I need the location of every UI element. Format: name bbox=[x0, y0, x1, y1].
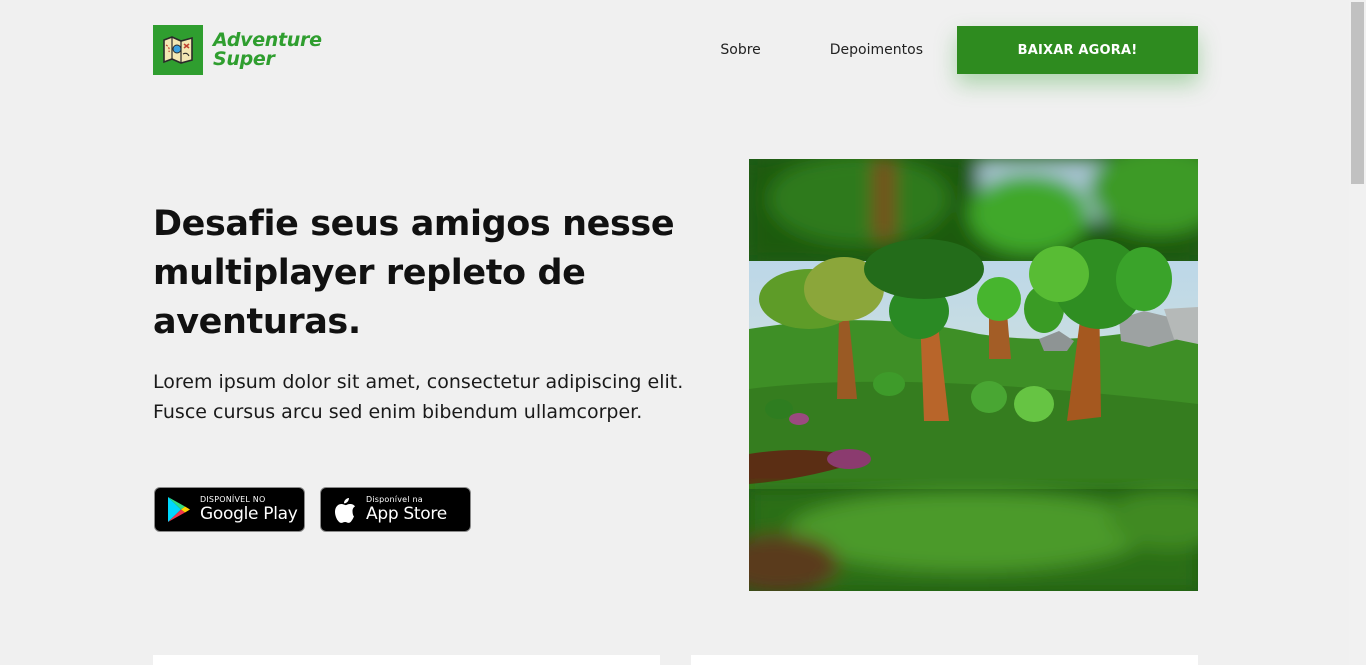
nav-link-sobre[interactable]: Sobre bbox=[720, 42, 760, 58]
google-play-icon bbox=[165, 495, 192, 524]
app-store-badge[interactable]: Disponível na App Store bbox=[320, 487, 471, 532]
logo[interactable]: Adventure Super bbox=[153, 25, 322, 75]
hero-description: Lorem ipsum dolor sit amet, consectetur … bbox=[153, 371, 684, 423]
google-play-label: Google Play bbox=[200, 504, 298, 524]
site-header: Adventure Super Sobre Depoimentos BAIXAR… bbox=[153, 25, 1198, 75]
nav-link-depoimentos[interactable]: Depoimentos bbox=[830, 42, 923, 58]
main-nav: Sobre Depoimentos BAIXAR AGORA! bbox=[720, 26, 1198, 74]
app-store-label: App Store bbox=[366, 504, 447, 524]
apple-icon bbox=[331, 495, 358, 524]
google-play-text: DISPONÍVEL NO Google Play bbox=[200, 495, 298, 524]
page-scrollbar[interactable] bbox=[1349, 0, 1366, 665]
logo-text: Adventure Super bbox=[213, 31, 322, 69]
google-play-badge[interactable]: DISPONÍVEL NO Google Play bbox=[154, 487, 305, 532]
google-play-caption: DISPONÍVEL NO bbox=[200, 495, 266, 504]
scrollbar-thumb[interactable] bbox=[1351, 2, 1364, 184]
app-store-caption: Disponível na bbox=[366, 495, 423, 504]
hero-title: Desafie seus amigos nesse multiplayer re… bbox=[153, 204, 675, 342]
download-now-button[interactable]: BAIXAR AGORA! bbox=[957, 26, 1198, 74]
map-icon bbox=[153, 25, 203, 75]
logo-line-2: Super bbox=[213, 48, 275, 70]
feature-card-1 bbox=[153, 655, 660, 665]
game-screenshot bbox=[749, 159, 1198, 591]
app-store-text: Disponível na App Store bbox=[366, 495, 447, 524]
feature-card-2 bbox=[691, 655, 1198, 665]
